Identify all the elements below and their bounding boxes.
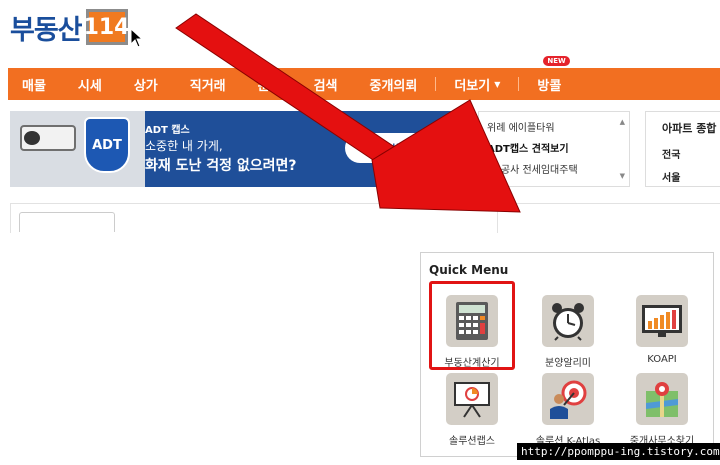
nav-item-search[interactable]: 검색 — [298, 68, 354, 100]
security-camera-photo: ADT — [10, 111, 145, 187]
screen: { "logo": { "text": "부동산", "box": "114" … — [0, 0, 720, 465]
adt-ad-banner[interactable]: ADT ADT 캡스 소중한 내 가게, 화재 도난 걱정 없으려면? 상담 바… — [10, 111, 470, 187]
alarm-clock-icon — [542, 295, 594, 347]
content-panel — [10, 203, 498, 233]
scroll-down-icon[interactable]: ▼ — [620, 172, 625, 180]
nav-more-label: 더보기 — [454, 78, 491, 94]
highlight-box — [429, 281, 515, 370]
nav-item-prices[interactable]: 시세 — [62, 68, 118, 100]
banner-brand: ADT 캡스 — [145, 125, 190, 136]
target-icon — [542, 373, 594, 425]
right-panel — [515, 203, 720, 233]
nav-last-label: 방콜 — [537, 78, 562, 94]
list-item[interactable]: ADT캡스 견적보기 — [487, 139, 621, 160]
map-icon — [636, 373, 688, 425]
apartment-summary-box: 아파트 종합 전국 서울 — [645, 111, 720, 187]
rolling-ad-list: 위례 에이플타워 ADT캡스 견적보기 SH공사 전세임대주택 ▲ ▼ — [478, 111, 630, 187]
logo-114-box: 114 — [84, 9, 130, 45]
content-tab[interactable] — [19, 212, 115, 232]
list-item[interactable]: SH공사 전세임대주택 — [487, 160, 621, 181]
quick-item-label: 분양알리미 — [545, 358, 591, 369]
nav-item-more[interactable]: 더보기 ▼ — [438, 68, 516, 100]
nav-item-listings[interactable]: 매물 — [8, 68, 62, 100]
quick-item-solution-labs[interactable]: 솔루션랩스 — [427, 373, 517, 447]
watermark: http://ppomppu-ing.tistory.com — [517, 443, 720, 460]
logo-text: 부동산 — [10, 14, 83, 46]
banner-headline: 화재 도난 걱정 없으려면? — [145, 158, 297, 174]
summary-row-national: 전국 — [662, 150, 681, 161]
quick-item-k-atlas[interactable]: 솔루션 K-Atlas — [523, 373, 613, 447]
quick-item-presale-alert[interactable]: 분양알리미 — [523, 295, 613, 369]
site-logo[interactable]: 부동산 114 — [10, 7, 130, 47]
quick-menu: Quick Menu 부동산계산기 분양알리미 KOAPI 솔루션랩스 솔루션 … — [420, 252, 714, 457]
quick-item-label: 솔루션랩스 — [449, 436, 495, 447]
scroll-up-icon[interactable]: ▲ — [620, 118, 625, 126]
quick-item-find-broker[interactable]: 중개사무소찾기 — [617, 373, 707, 447]
banner-consult-button[interactable]: 상담 바로 받기 — [345, 133, 460, 163]
quick-item-label: KOAPI — [647, 354, 677, 365]
list-item[interactable]: 위례 에이플타워 — [487, 118, 621, 139]
summary-title: 아파트 종합 — [662, 122, 717, 135]
quick-item-koapi[interactable]: KOAPI — [617, 295, 707, 365]
bar-chart-icon — [636, 295, 688, 347]
caret-down-icon: ▼ — [494, 79, 501, 89]
mouse-cursor-icon — [130, 28, 144, 48]
nav-item-direct-deal[interactable]: 직거래 — [174, 68, 242, 100]
nav-item-last[interactable]: NEW 방콜 — [521, 56, 577, 100]
presentation-icon — [446, 373, 498, 425]
nav-item-commercial[interactable]: 상가 — [118, 68, 174, 100]
quick-menu-title: Quick Menu — [429, 263, 509, 277]
nav-divider — [518, 77, 520, 91]
camera-icon — [20, 125, 76, 151]
nav-item-presale[interactable]: 분양 — [242, 68, 298, 100]
banner-subtitle: 소중한 내 가게, — [145, 139, 223, 153]
nav-item-brokerage-request[interactable]: 중개의뢰 — [354, 68, 434, 100]
summary-row-seoul: 서울 — [662, 173, 681, 184]
main-nav: 매물 시세 상가 직거래 분양 검색 중개의뢰 더보기 ▼ NEW 방콜 — [8, 56, 720, 100]
nav-divider — [435, 77, 437, 91]
adt-shield-logo: ADT — [84, 117, 130, 173]
new-badge: NEW — [543, 56, 570, 66]
